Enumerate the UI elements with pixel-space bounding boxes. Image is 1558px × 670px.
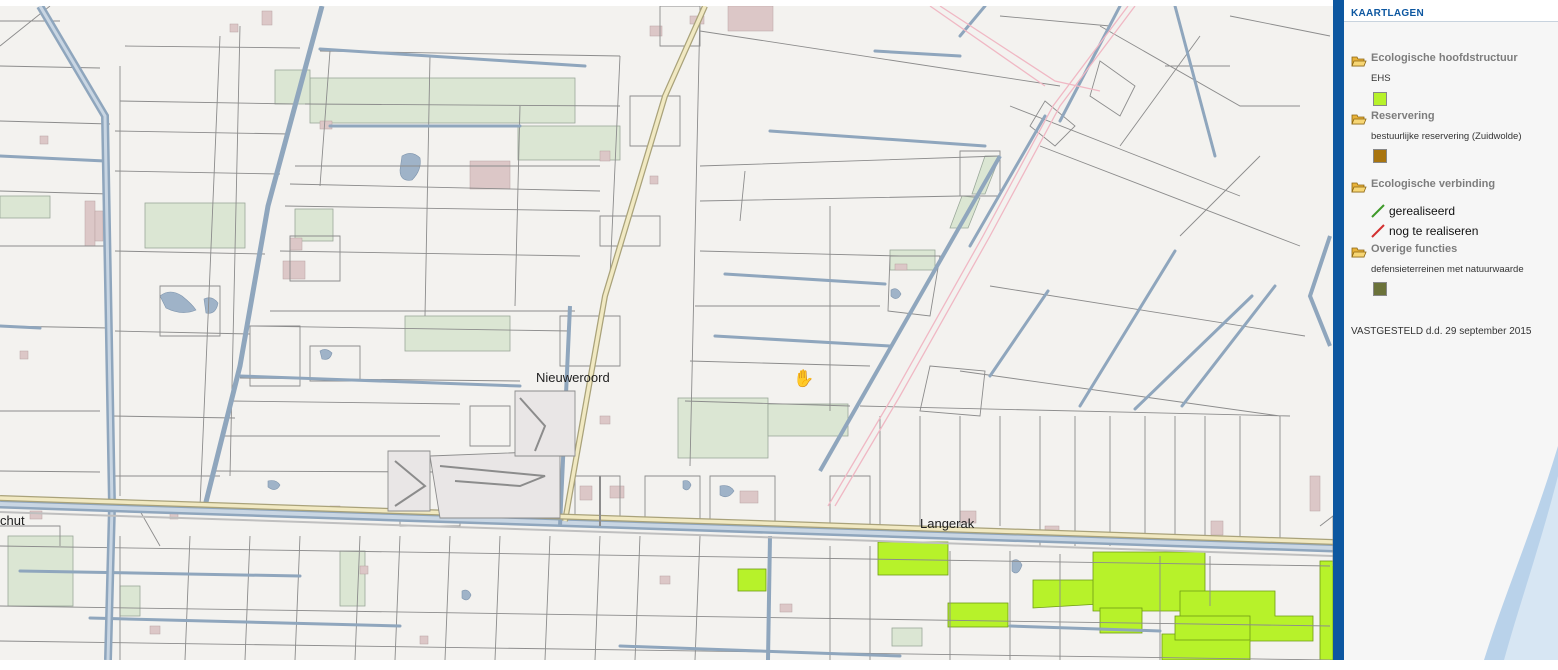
ditches — [0, 6, 1277, 658]
place-label-langerak: Langerak — [920, 516, 975, 531]
map-canvas[interactable]: Nieuweroord Langerak chut ✋ — [0, 6, 1333, 660]
railway — [827, 6, 1136, 507]
line-symbol-nog-te-realiseren — [1371, 224, 1385, 238]
layer-title-verbinding[interactable]: Ecologische verbinding — [1371, 178, 1495, 190]
legend-item-label-nog-te-realiseren: nog te realiseren — [1389, 224, 1479, 238]
swatch-ehs — [1373, 92, 1387, 106]
layer-title-reservering[interactable]: Reservering — [1371, 110, 1435, 122]
swatch-reservering — [1373, 149, 1387, 163]
legend-item-label-gerealiseerd: gerealiseerd — [1389, 204, 1456, 218]
folder-open-icon[interactable] — [1351, 54, 1367, 68]
roads — [0, 6, 1333, 557]
place-label-chut: chut — [0, 513, 25, 528]
swatch-defensie — [1373, 282, 1387, 296]
legend-header: KAARTLAGEN — [1344, 6, 1558, 22]
legend-item-label-defensie: defensieterreinen met natuurwaarde — [1371, 264, 1524, 275]
legend-title: KAARTLAGEN — [1351, 8, 1424, 19]
folder-open-icon[interactable] — [1351, 180, 1367, 194]
legend-item-label-reservering: bestuurlijke reservering (Zuidwolde) — [1371, 131, 1522, 142]
legend-item-label-ehs: EHS — [1371, 73, 1391, 84]
line-symbol-gerealiseerd — [1371, 204, 1385, 218]
hand-pan-icon: ✋ — [793, 369, 815, 388]
layer-title-ehs[interactable]: Ecologische hoofdstructuur — [1371, 52, 1518, 64]
folder-open-icon[interactable] — [1351, 245, 1367, 259]
map-layer — [0, 6, 1333, 660]
ehs-parcels — [737, 541, 1333, 660]
legend-panel: KAARTLAGEN Ecologische hoofdstructuur EH… — [1344, 6, 1558, 660]
layer-title-overige[interactable]: Overige functies — [1371, 243, 1457, 255]
meadow-parcels — [0, 69, 1001, 647]
folder-open-icon[interactable] — [1351, 112, 1367, 126]
status-text: VASTGESTELD d.d. 29 september 2015 — [1351, 326, 1532, 337]
place-label-nieuweroord: Nieuweroord — [536, 370, 610, 385]
village-parcels — [387, 390, 576, 519]
panel-divider — [1333, 0, 1344, 660]
bottom-border — [0, 660, 1558, 670]
